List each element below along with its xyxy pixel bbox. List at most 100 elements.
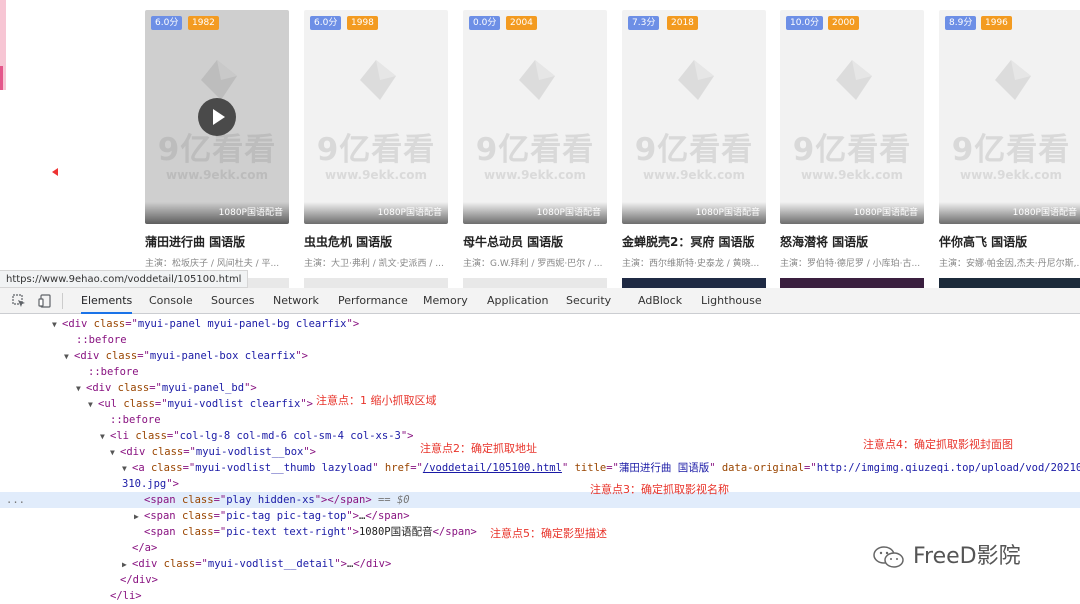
movie-thumb[interactable]: 10.0分 2000 9亿看看 www.9ekk.com 1080P国语配音 <box>780 10 924 224</box>
row2-thumb-5[interactable] <box>780 278 924 288</box>
movie-title[interactable]: 蒲田进行曲 国语版 <box>145 233 289 250</box>
watermark-text: FreeD影院 <box>913 544 1021 569</box>
year-badge: 2018 <box>667 16 698 30</box>
tab-console[interactable]: Console <box>149 288 193 314</box>
tag-name: div <box>126 446 146 458</box>
wechat-logo-icon <box>872 544 906 570</box>
row2-thumb-4[interactable] <box>622 278 766 288</box>
movie-title[interactable]: 虫虫危机 国语版 <box>304 233 448 250</box>
year-badge: 2000 <box>828 16 859 30</box>
watermark-logo-url: www.9ekk.com <box>643 168 745 182</box>
movie-card[interactable]: 0.0分 2004 9亿看看 www.9ekk.com 1080P国语配音 母牛总动员 国… <box>463 10 607 269</box>
inspect-element-icon[interactable] <box>12 294 26 308</box>
movie-thumb[interactable]: 0.0分 2004 9亿看看 www.9ekk.com 1080P国语配音 <box>463 10 607 224</box>
annotation-note-4: 注意点4：确定抓取影视封面图 <box>863 438 1013 451</box>
row2-thumb-2[interactable] <box>304 278 448 288</box>
attr-value: play hidden-xs <box>226 494 315 506</box>
tab-security[interactable]: Security <box>566 288 611 314</box>
attr-name: class <box>135 430 167 442</box>
tab-application[interactable]: Application <box>487 288 548 314</box>
movie-card[interactable]: 8.9分 1996 9亿看看 www.9ekk.com 1080P国语配音伴你高飞 国语… <box>939 10 1080 269</box>
node-text: 1080P国语配音 <box>358 526 433 538</box>
dom-node-play-span[interactable]: ... <span class="play hidden-xs"></span> … <box>0 492 1080 508</box>
tab-elements[interactable]: Elements <box>81 288 133 314</box>
movie-title[interactable]: 金蝉脱壳2：冥府 国语版 <box>622 233 766 250</box>
tag-name: span <box>340 494 366 506</box>
dom-node-pic-tag[interactable]: ▶ <span class="pic-tag pic-tag-top">…</sp… <box>0 508 1080 524</box>
year-badge: 1998 <box>347 16 378 30</box>
attr-name: class <box>117 382 150 394</box>
devtools-toolbar: Elements Console Sources Network Performance… <box>0 288 1080 314</box>
status-bar-url: https://www.9ehao.com/voddetail/105100.h… <box>0 270 249 288</box>
movie-card[interactable]: 10.0分 2000 9亿看看 www.9ekk.com 1080P国语配音 怒海潜将 国… <box>780 10 924 269</box>
device-toolbar-icon[interactable] <box>38 294 52 308</box>
pseudo-label: ::before <box>76 334 127 346</box>
attr-name: class <box>163 558 196 570</box>
dom-node-vodlist[interactable]: ▼ <ul class="myui-vodlist clearfix"> <box>0 396 1080 412</box>
tab-lighthouse[interactable]: Lighthouse <box>701 288 762 314</box>
quality-badge: 1080P国语配音 <box>304 202 448 224</box>
movie-thumb[interactable]: 7.3分 2018 9亿看看 www.9ekk.com 1080P国语配音 <box>622 10 766 224</box>
movie-title[interactable]: 怒海潜将 国语版 <box>780 233 924 250</box>
attr-name: class <box>123 398 155 410</box>
movie-card[interactable]: 6.0分 1998 9亿看看 www.9ekk.com 1080P国语配音 虫虫危机 国语… <box>304 10 448 269</box>
attr-name: data-original <box>721 462 805 474</box>
quality-badge: 1080P国语配音 <box>463 202 607 224</box>
watermark-logo-url: www.9ekk.com <box>801 168 903 182</box>
movie-actors: 主演：G.W.拜利 / 罗西妮·巴尔 / ... <box>463 259 603 269</box>
attr-name: class <box>93 318 126 330</box>
dom-node-panel[interactable]: ▼ <div class="myui-panel myui-panel-bg cl… <box>0 316 1080 332</box>
year-badge: 2004 <box>506 16 537 30</box>
tab-memory[interactable]: Memory <box>423 288 468 314</box>
score-badge: 6.0分 <box>151 16 183 30</box>
play-icon[interactable] <box>198 98 236 136</box>
node-menu-dots[interactable]: ... <box>6 492 25 508</box>
attr-value: col-lg-8 col-md-6 col-sm-4 col-xs-3 <box>179 430 401 442</box>
movie-thumb[interactable]: 6.0分 1982 9亿看看 www.9ekk.com 1080P国语配音 <box>145 10 289 224</box>
tag-name: div <box>365 558 385 570</box>
tag-name: ul <box>104 398 117 410</box>
tag-name: span <box>445 526 471 538</box>
movie-thumb[interactable]: 6.0分 1998 9亿看看 www.9ekk.com 1080P国语配音 <box>304 10 448 224</box>
row2-thumb-3[interactable] <box>463 278 607 288</box>
tab-network[interactable]: Network <box>273 288 319 314</box>
dom-close-div[interactable]: </div> <box>0 572 1080 588</box>
movie-title[interactable]: 伴你高飞 国语版 <box>939 233 1080 250</box>
dom-node-panel-bd[interactable]: ▼ <div class="myui-panel_bd"> <box>0 380 1080 396</box>
attr-value: myui-vodlist__box <box>195 446 304 458</box>
movie-card[interactable]: 6.0分 1982 9亿看看 www.9ekk.com 1080P国语配音蒲田进行曲 国… <box>145 10 289 269</box>
movie-title[interactable]: 母牛总动员 国语版 <box>463 233 607 250</box>
watermark-logo-text: 9亿看看 <box>316 132 436 168</box>
site-logo-icon <box>678 60 714 100</box>
watermark-logo-text: 9亿看看 <box>951 132 1071 168</box>
movie-actors: 主演：罗伯特·德尼罗 / 小库珀·古... <box>780 259 921 269</box>
score-badge: 7.3分 <box>628 16 660 30</box>
tag-name: a <box>138 462 145 474</box>
watermark-logo-url: www.9ekk.com <box>484 168 586 182</box>
dom-node-panel-box[interactable]: ▼ <div class="myui-panel-box clearfix"> <box>0 348 1080 364</box>
dom-node-anchor[interactable]: ▼ <a class="myui-vodlist__thumb lazyload"… <box>0 460 1080 476</box>
pseudo-label: ::before <box>88 366 139 378</box>
watermark-logo-url: www.9ekk.com <box>166 168 268 182</box>
dom-close-li[interactable]: </li> <box>0 588 1080 604</box>
attr-value: myui-vodlist__thumb lazyload <box>195 462 373 474</box>
tag-name: span <box>150 510 176 522</box>
quality-badge: 1080P国语配音 <box>780 202 924 224</box>
tag-name: span <box>377 510 404 522</box>
selected-node-marker: == $0 <box>377 494 410 506</box>
tab-performance[interactable]: Performance <box>338 288 408 314</box>
dom-node-anchor-cont[interactable]: 310.jpg"> <box>0 476 1080 492</box>
score-badge: 0.0分 <box>469 16 501 30</box>
href-link[interactable]: /voddetail/105100.html <box>423 462 562 474</box>
tab-sources[interactable]: Sources <box>211 288 255 314</box>
tab-adblock[interactable]: AdBlock <box>638 288 682 314</box>
dom-pseudo-before[interactable]: ::before <box>0 364 1080 380</box>
dom-pseudo-before[interactable]: ::before <box>0 412 1080 428</box>
movie-card[interactable]: 7.3分 2018 9亿看看 www.9ekk.com 1080P国语配音 金蝉脱壳2：冥… <box>622 10 766 269</box>
attr-name: class <box>181 510 214 522</box>
dom-pseudo-before[interactable]: ::before <box>0 332 1080 348</box>
row2-thumb-6[interactable] <box>939 278 1080 288</box>
annotation-note-2: 注意点2：确定抓取地址 <box>420 442 537 455</box>
attr-name: href <box>384 462 411 474</box>
movie-thumb[interactable]: 8.9分 1996 9亿看看 www.9ekk.com 1080P国语配音 <box>939 10 1080 224</box>
